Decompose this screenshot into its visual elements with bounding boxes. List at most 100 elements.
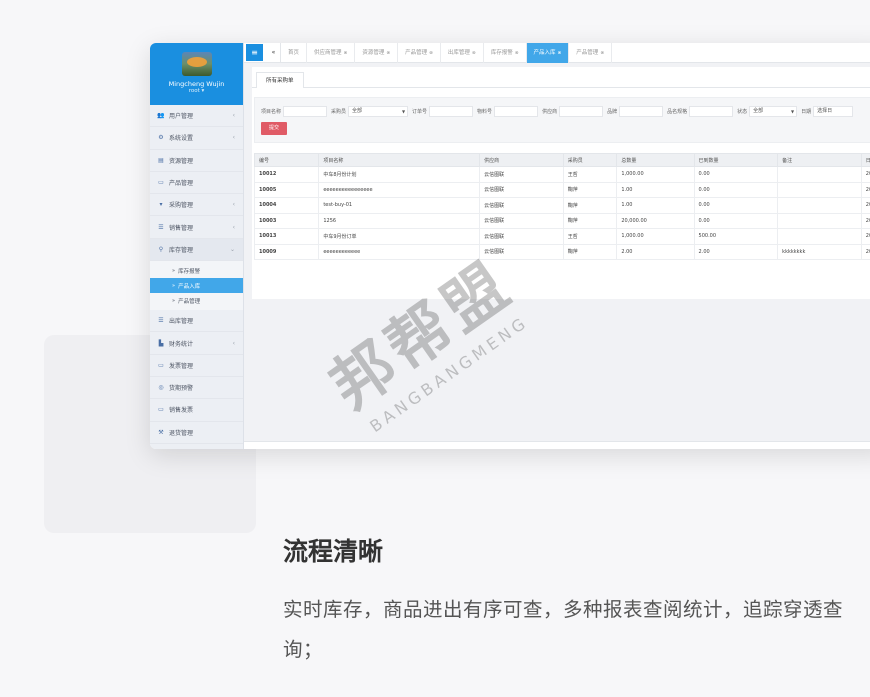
column-header[interactable]: 项目名称	[318, 153, 481, 167]
sidebar-item[interactable]: ▭ 产品管理	[150, 172, 243, 195]
filter-input[interactable]	[619, 106, 664, 117]
table-row[interactable]: 10004test-buy-01云信图联鞠萍1.000.00 20	[253, 197, 870, 214]
close-icon[interactable]: ⊗	[429, 51, 433, 56]
table-row[interactable]: 10012中车8月份计划云信图联王哲1,000.000.00 20	[253, 166, 870, 183]
sidebar-item-label: 资源管理	[169, 157, 194, 165]
table-cell: 王哲	[562, 228, 618, 245]
tab-label: 产品管理	[576, 49, 599, 56]
chevron-left-icon: ‹	[232, 339, 235, 347]
table-row[interactable]: 10013中车9月份订单云信图联王哲1,000.00500.00 20	[253, 228, 870, 245]
close-icon[interactable]: ⊗	[472, 51, 476, 56]
submit-button[interactable]: 提交	[261, 122, 287, 135]
tab-scroll-left-icon[interactable]: «	[267, 43, 281, 63]
table-cell: 中车9月份订单	[318, 228, 481, 245]
filter-input[interactable]	[283, 106, 328, 117]
sidebar-subitem[interactable]: » 库存报警	[150, 263, 243, 278]
table-cell: 500.00	[693, 228, 779, 245]
filter-input[interactable]	[689, 106, 734, 117]
menu-toggle-icon[interactable]: ≡	[246, 44, 263, 61]
sidebar-item[interactable]: ▾ 采购管理 ‹	[150, 194, 243, 217]
monitor-icon: ▭	[158, 361, 164, 369]
tab-bar: ≡ « 首页 供应商管理 ⊗ 资源管理 ⊗ 产品管理 ⊗ 出库管理 ⊗ 库存报警 ⊗ 产品入库 ⊗ 产品管…	[244, 43, 870, 63]
filter-value: 全部	[753, 108, 764, 114]
filter-select[interactable]: 全部 ▼	[749, 106, 798, 117]
table-row[interactable]: 10009 eeeeeeeeeeee 云信图联 鞠萍 2.00 2.00 kkkkkkkk 2…	[253, 243, 870, 260]
tab-item[interactable]: 产品管理 ⊗	[569, 43, 613, 63]
column-header[interactable]: 编号	[253, 153, 320, 167]
sidebar-submenu: » 库存报警» 产品入库» 产品管理	[150, 261, 243, 311]
app-window: Mingcheng Wujin root ▾ 👥 用户管理 ‹ ⚙ 系统设置 ‹ ▤ 资源管理…	[150, 43, 870, 449]
sidebar-subitem[interactable]: » 产品入库	[150, 278, 243, 294]
table-cell: 20	[860, 212, 870, 229]
sidebar-item[interactable]: ▭ 销售发票	[150, 399, 243, 422]
table-cell	[777, 228, 862, 245]
filter-row: 项目名称 采购员 全部 ▼ 订单号 物料号 供应商 品牌 品名规格 状态 全部 ▼ 日期 选择日	[261, 106, 857, 117]
feature-description: 实时库存，商品进出有序可查，多种报表查阅统计，追踪穿透查询；	[283, 598, 844, 661]
column-header[interactable]: 采购员	[562, 153, 618, 167]
user-role-dropdown[interactable]: root ▾	[150, 88, 243, 94]
tab-item[interactable]: 库存报警 ⊗	[484, 43, 527, 63]
sidebar-item[interactable]: ⚒ 退货管理	[150, 422, 243, 444]
tab-all-purchase-orders[interactable]: 所有采购单	[256, 72, 304, 88]
tab-item[interactable]: 出库管理 ⊗	[441, 43, 484, 63]
filter-input[interactable]: 选择日	[813, 106, 854, 117]
column-header[interactable]: 已到数量	[693, 153, 779, 167]
column-header[interactable]: 备注	[777, 153, 862, 167]
table-cell	[777, 166, 862, 183]
filter-input[interactable]	[494, 106, 539, 117]
sidebar-item[interactable]: ▤ 资源管理	[150, 150, 243, 172]
close-icon[interactable]: ⊗	[600, 51, 604, 56]
sidebar-item-label: 发票管理	[169, 362, 194, 370]
tab-item[interactable]: 产品管理 ⊗	[398, 43, 441, 63]
table-cell: 云信图联	[479, 243, 564, 260]
sidebar-item[interactable]: ⚲ 库存管理 ⌄	[150, 238, 243, 262]
feature-title: 流程清晰	[283, 537, 384, 566]
sidebar-item[interactable]: ☰ 出库管理	[150, 310, 243, 333]
table-cell: 1256	[318, 212, 481, 229]
user-name: Mingcheng Wujin	[168, 80, 225, 88]
close-icon[interactable]: ⊗	[558, 51, 562, 56]
column-header[interactable]: 总数量	[616, 153, 695, 167]
column-header[interactable]: 供应商	[479, 153, 564, 167]
sidebar-item[interactable]: ◎ 货期预警	[150, 377, 243, 400]
close-icon[interactable]: ⊗	[515, 51, 519, 56]
column-header[interactable]: 日	[860, 153, 870, 167]
sidebar-item[interactable]: ☰ 销售管理 ‹	[150, 216, 243, 239]
tab-item[interactable]: 首页	[281, 43, 308, 63]
sidebar-item[interactable]: ▭ 发票管理	[150, 355, 243, 377]
sidebar-item[interactable]: ⚙ 系统设置 ‹	[150, 127, 243, 150]
sidebar-item-label: 库存管理	[169, 246, 194, 254]
table-cell: kkkkkkkk	[777, 243, 862, 260]
gavel-icon: ⚒	[158, 428, 164, 436]
sidebar-menu: 👥 用户管理 ‹ ⚙ 系统设置 ‹ ▤ 资源管理 ▭ 产品管理 ▾ 采购管理 ‹ ☰ 销售管理 ‹ ⚲ 库存管理 ⌄…	[150, 105, 243, 444]
table-cell: 20,000.00	[616, 212, 695, 229]
close-icon[interactable]: ⊗	[344, 51, 348, 56]
table-cell: 1,000.00	[616, 228, 695, 245]
filter-input[interactable]	[429, 106, 474, 117]
filter-value: 全部	[352, 108, 363, 114]
filter-label: 订单号	[412, 109, 428, 115]
table-cell: 20	[860, 181, 870, 198]
filter-label: 物料号	[477, 109, 493, 115]
tab-item[interactable]: 产品入库 ⊗	[526, 43, 570, 63]
cart-icon: ▾	[159, 201, 163, 209]
sidebar-item[interactable]: ▙ 财务统计 ‹	[150, 332, 243, 355]
sidebar-item[interactable]: 👥 用户管理 ‹	[150, 105, 243, 128]
table-row[interactable]: 100031256云信图联鞠萍20,000.000.00 20	[253, 212, 870, 229]
close-icon[interactable]: ⊗	[386, 51, 390, 56]
filter-label: 品名规格	[667, 109, 688, 115]
list-icon: ☰	[158, 223, 164, 231]
filter-input[interactable]	[559, 106, 604, 117]
table-cell: 1.00	[616, 197, 695, 214]
sidebar-subitem[interactable]: » 产品管理	[150, 293, 243, 308]
filter-label: 供应商	[542, 109, 558, 115]
filter-select[interactable]: 全部 ▼	[348, 106, 409, 117]
table-row[interactable]: 10005eeeeeeeeeeeeeeee云信图联鞠萍1.000.00 20	[253, 181, 870, 198]
sidebar-item-label: 出库管理	[169, 318, 194, 326]
table-cell: 云信图联	[479, 166, 564, 183]
chevron-left-icon: ‹	[232, 134, 235, 142]
filter-form: 项目名称 采购员 全部 ▼ 订单号 物料号 供应商 品牌 品名规格 状态 全部 ▼ 日期 选择日 提交	[254, 97, 870, 143]
tab-item[interactable]: 供应商管理 ⊗	[307, 43, 356, 63]
chevron-right-icon: »	[172, 267, 176, 274]
tab-item[interactable]: 资源管理 ⊗	[355, 43, 399, 63]
